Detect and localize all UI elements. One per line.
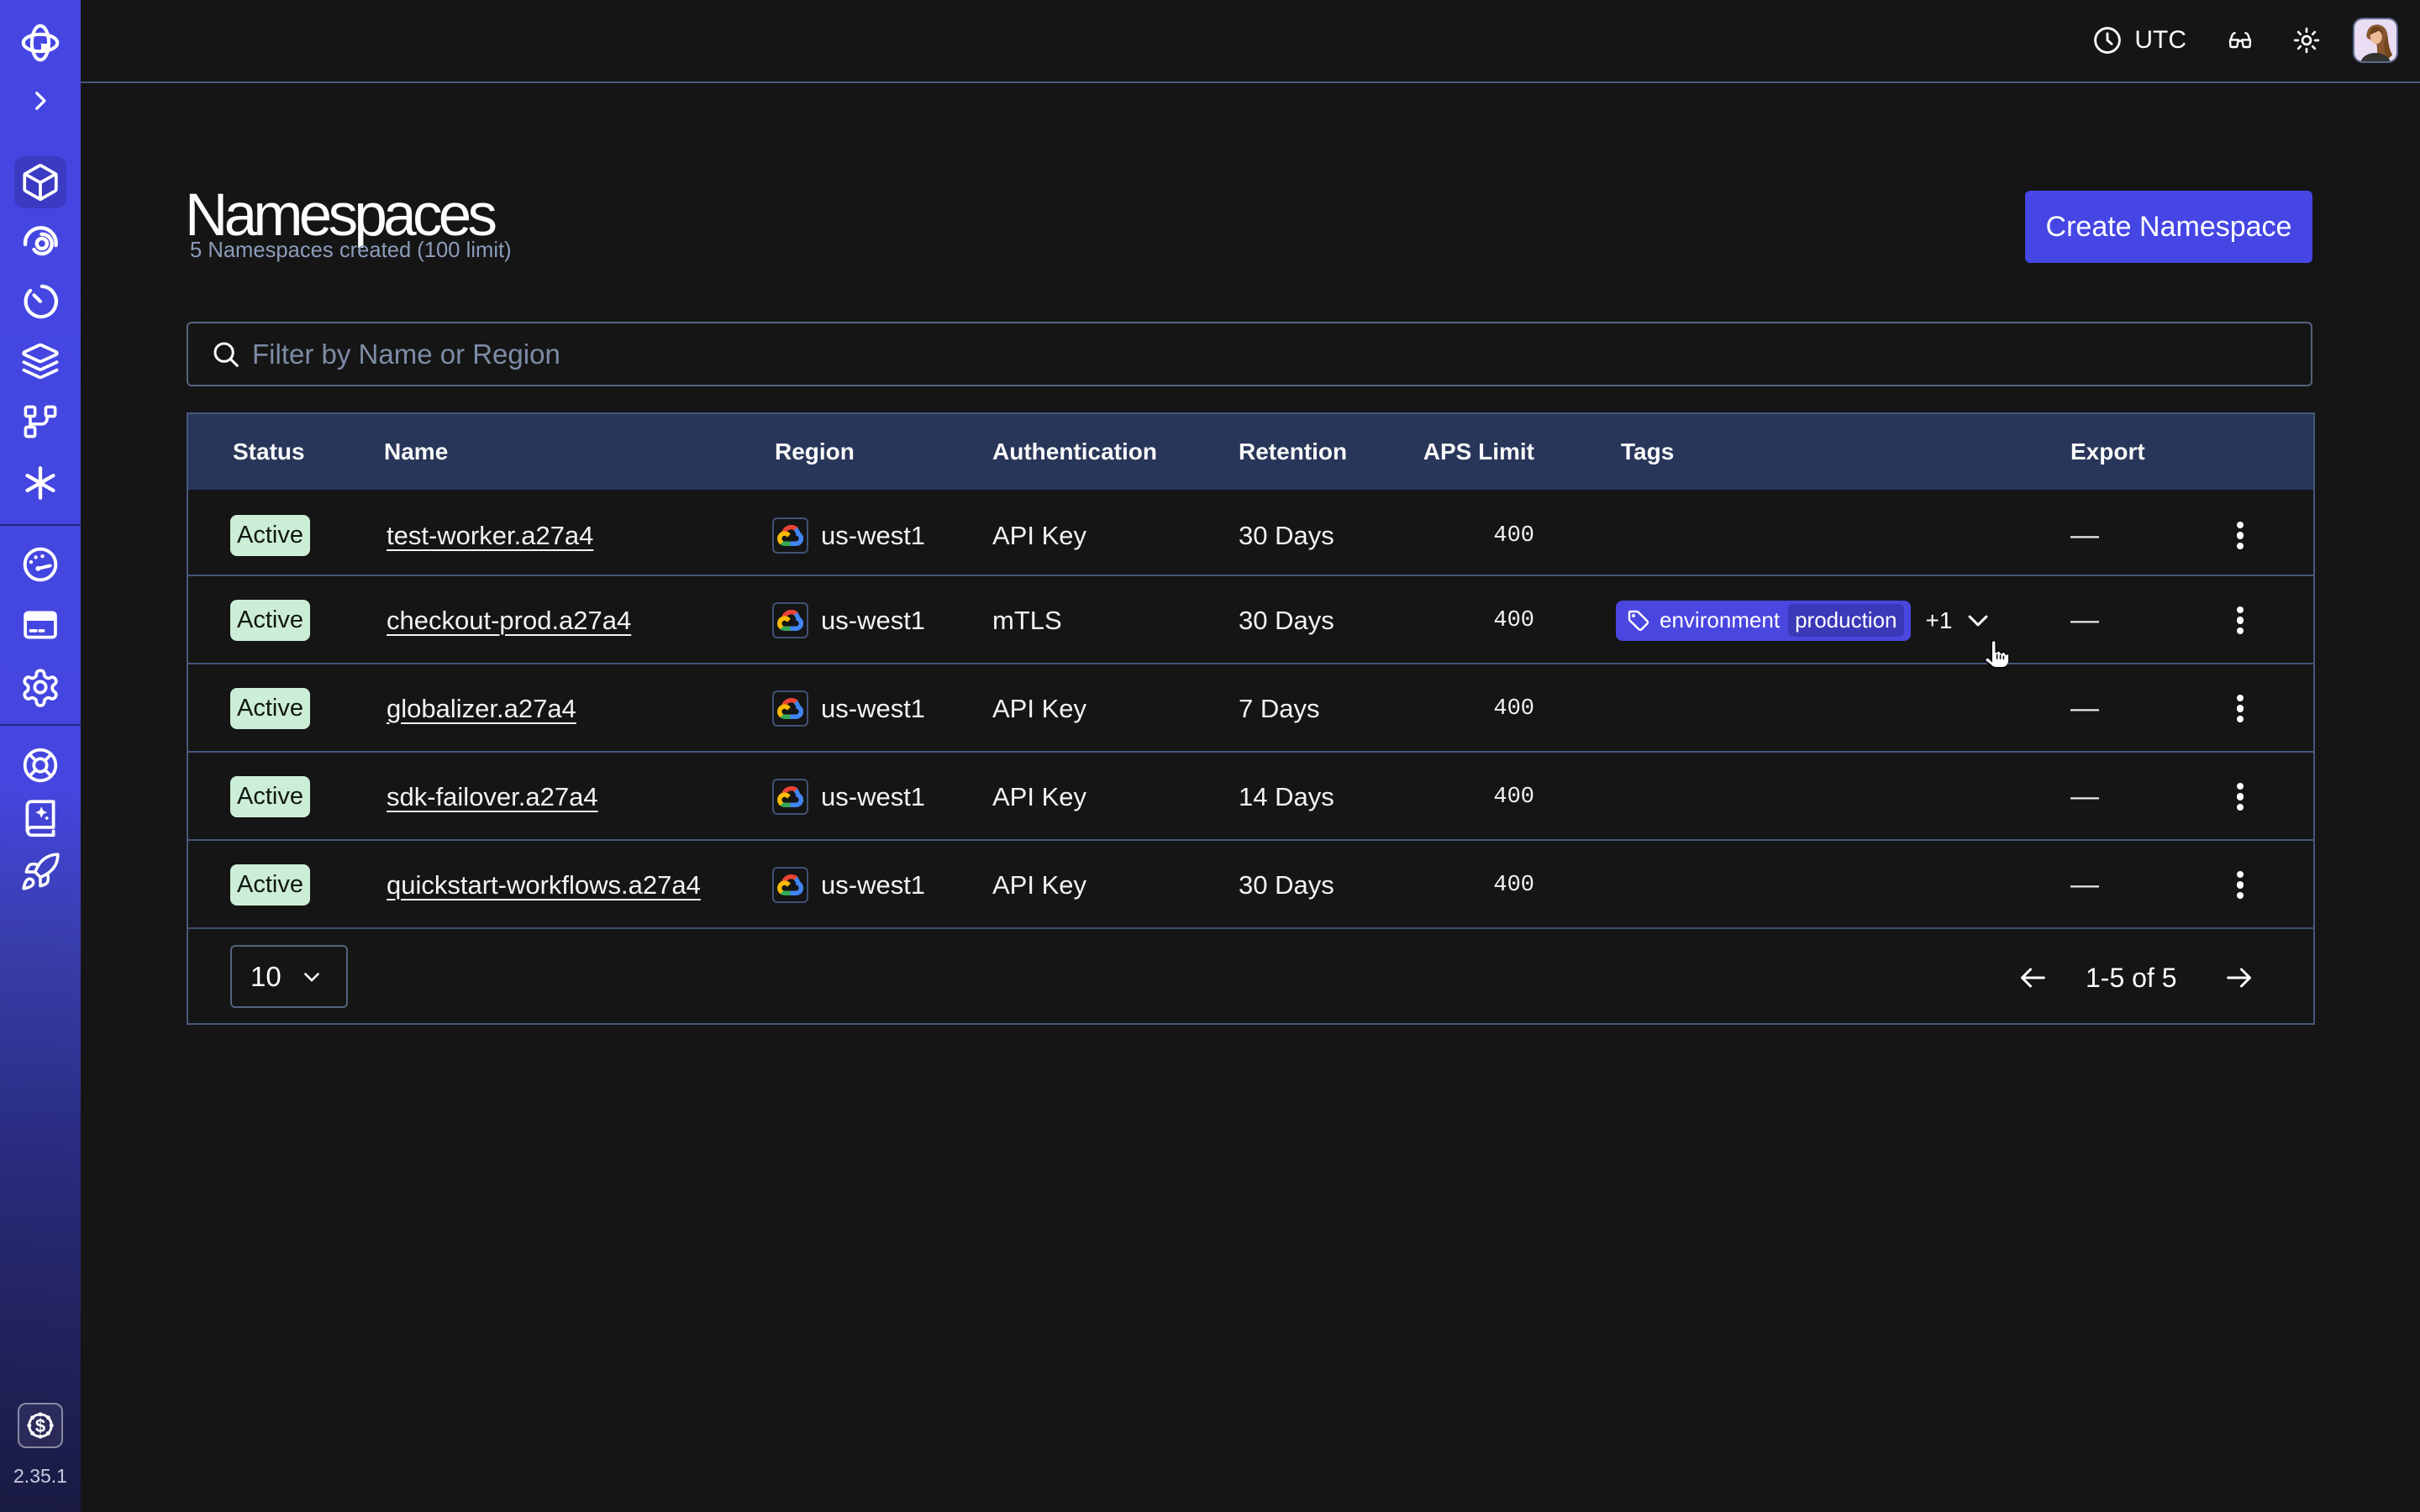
svg-text:$: $ xyxy=(35,1415,45,1436)
